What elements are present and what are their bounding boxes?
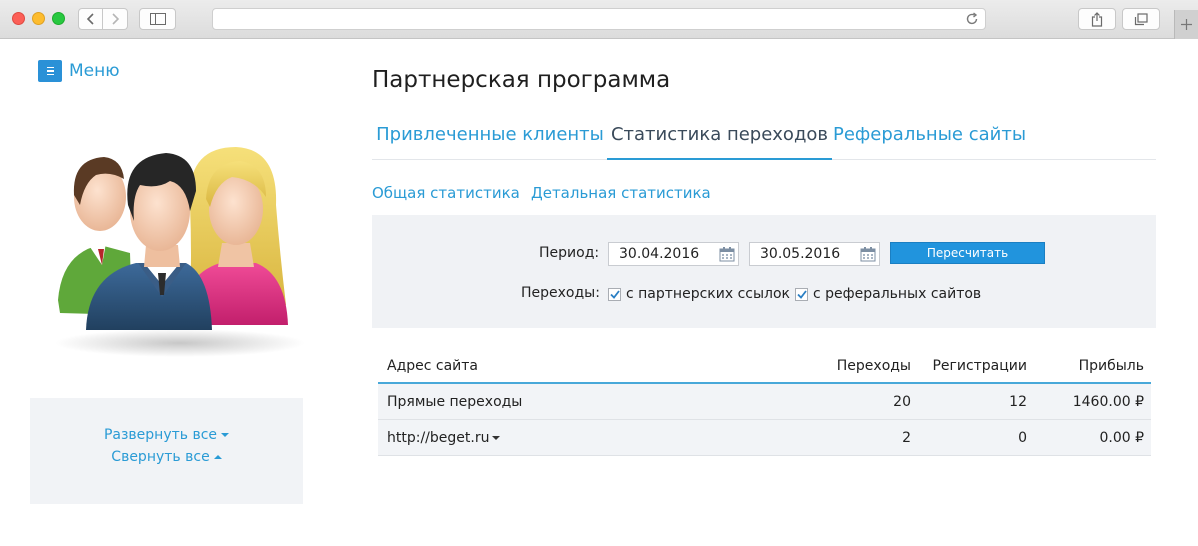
col-registrations: Регистрации (932, 358, 1027, 374)
cell-profit: 1460.00 ₽ (1072, 394, 1144, 410)
col-site-address: Адрес сайта (387, 358, 479, 374)
dropdown-arrow-icon (492, 436, 501, 440)
menu-label: Меню (69, 61, 120, 81)
subtab-general-stats[interactable]: Общая статистика (372, 184, 520, 202)
cell-registrations: 12 (1009, 394, 1027, 410)
tab-attracted-clients[interactable]: Привлеченные клиенты (372, 112, 608, 160)
caret-up-icon (213, 455, 222, 459)
users-group-icon (55, 147, 305, 357)
checkbox-partner-links[interactable]: с партнерских ссылок (608, 286, 790, 302)
tab-referral-sites[interactable]: Реферальные сайты (832, 112, 1027, 160)
site-dropdown[interactable]: http://beget.ru (387, 430, 501, 446)
period-label: Период: (539, 245, 600, 261)
chevron-left-icon (86, 13, 94, 25)
transitions-label: Переходы: (521, 285, 600, 301)
calendar-icon[interactable] (860, 246, 876, 262)
close-window-button[interactable] (12, 12, 25, 25)
date-from-field[interactable]: 30.04.2016 (608, 242, 739, 266)
cell-site: Прямые переходы (387, 394, 523, 410)
plus-icon (1181, 19, 1192, 30)
tabs-overview-button[interactable] (1122, 8, 1160, 30)
table-header: Адрес сайта Переходы Регистрации Прибыль (378, 348, 1151, 384)
checkbox-box[interactable] (608, 287, 621, 301)
table-row: Прямые переходы 20 12 1460.00 ₽ (378, 384, 1151, 420)
date-to-field[interactable]: 30.05.2016 (749, 242, 880, 266)
zoom-window-button[interactable] (52, 12, 65, 25)
cell-transitions: 2 (902, 430, 911, 446)
stats-table: Адрес сайта Переходы Регистрации Прибыль… (378, 348, 1151, 456)
history-nav (78, 8, 128, 30)
expand-all-link[interactable]: Развернуть все (30, 427, 303, 443)
col-transitions: Переходы (836, 358, 911, 374)
sidebar-toggle-button[interactable] (139, 8, 176, 30)
checkbox-label: с партнерских ссылок (626, 286, 790, 302)
browser-toolbar (0, 0, 1198, 39)
forward-button[interactable] (103, 8, 128, 30)
collapse-all-label: Свернуть все (111, 449, 210, 465)
checkbox-referral-sites[interactable]: с реферальных сайтов (795, 286, 981, 302)
chevron-right-icon (112, 13, 120, 25)
cell-profit: 0.00 ₽ (1099, 430, 1144, 446)
caret-down-icon (221, 433, 230, 437)
sidebar-icon (149, 13, 166, 25)
filter-panel: Период: 30.04.2016 30.05.2016 Пересчитат… (372, 215, 1156, 328)
date-to-value: 30.05.2016 (760, 246, 841, 262)
expand-all-label: Развернуть все (103, 427, 218, 443)
back-button[interactable] (78, 8, 103, 30)
calendar-icon[interactable] (719, 246, 735, 262)
date-from-value: 30.04.2016 (619, 246, 700, 262)
share-button[interactable] (1078, 8, 1116, 30)
menu-button[interactable]: Меню (38, 60, 120, 82)
cell-registrations: 0 (1018, 430, 1027, 446)
new-tab-button[interactable] (1174, 10, 1198, 39)
checkbox-box[interactable] (795, 287, 808, 301)
address-bar[interactable] (212, 8, 986, 30)
reload-icon[interactable] (965, 12, 979, 26)
tab-transition-stats[interactable]: Статистика переходов (607, 112, 832, 160)
tabs-icon (1134, 12, 1148, 25)
col-profit: Прибыль (1078, 358, 1144, 374)
cell-site: http://beget.ru (387, 430, 490, 446)
checkmark-icon (796, 289, 807, 299)
main-tabs: Привлеченные клиенты Статистика переходо… (372, 112, 1156, 160)
subtab-detailed-stats[interactable]: Детальная статистика (531, 184, 711, 202)
share-icon (1091, 11, 1103, 27)
checkbox-label: с реферальных сайтов (813, 286, 982, 302)
expand-collapse-panel: Развернуть все Свернуть все (30, 398, 303, 504)
hamburger-icon (38, 60, 62, 82)
minimize-window-button[interactable] (32, 12, 45, 25)
recalculate-button[interactable]: Пересчитать (890, 242, 1045, 264)
checkmark-icon (609, 289, 620, 299)
page-title: Партнерская программа (372, 67, 671, 93)
table-row: http://beget.ru 2 0 0.00 ₽ (378, 420, 1151, 456)
collapse-all-link[interactable]: Свернуть все (30, 449, 303, 465)
cell-transitions: 20 (893, 394, 911, 410)
